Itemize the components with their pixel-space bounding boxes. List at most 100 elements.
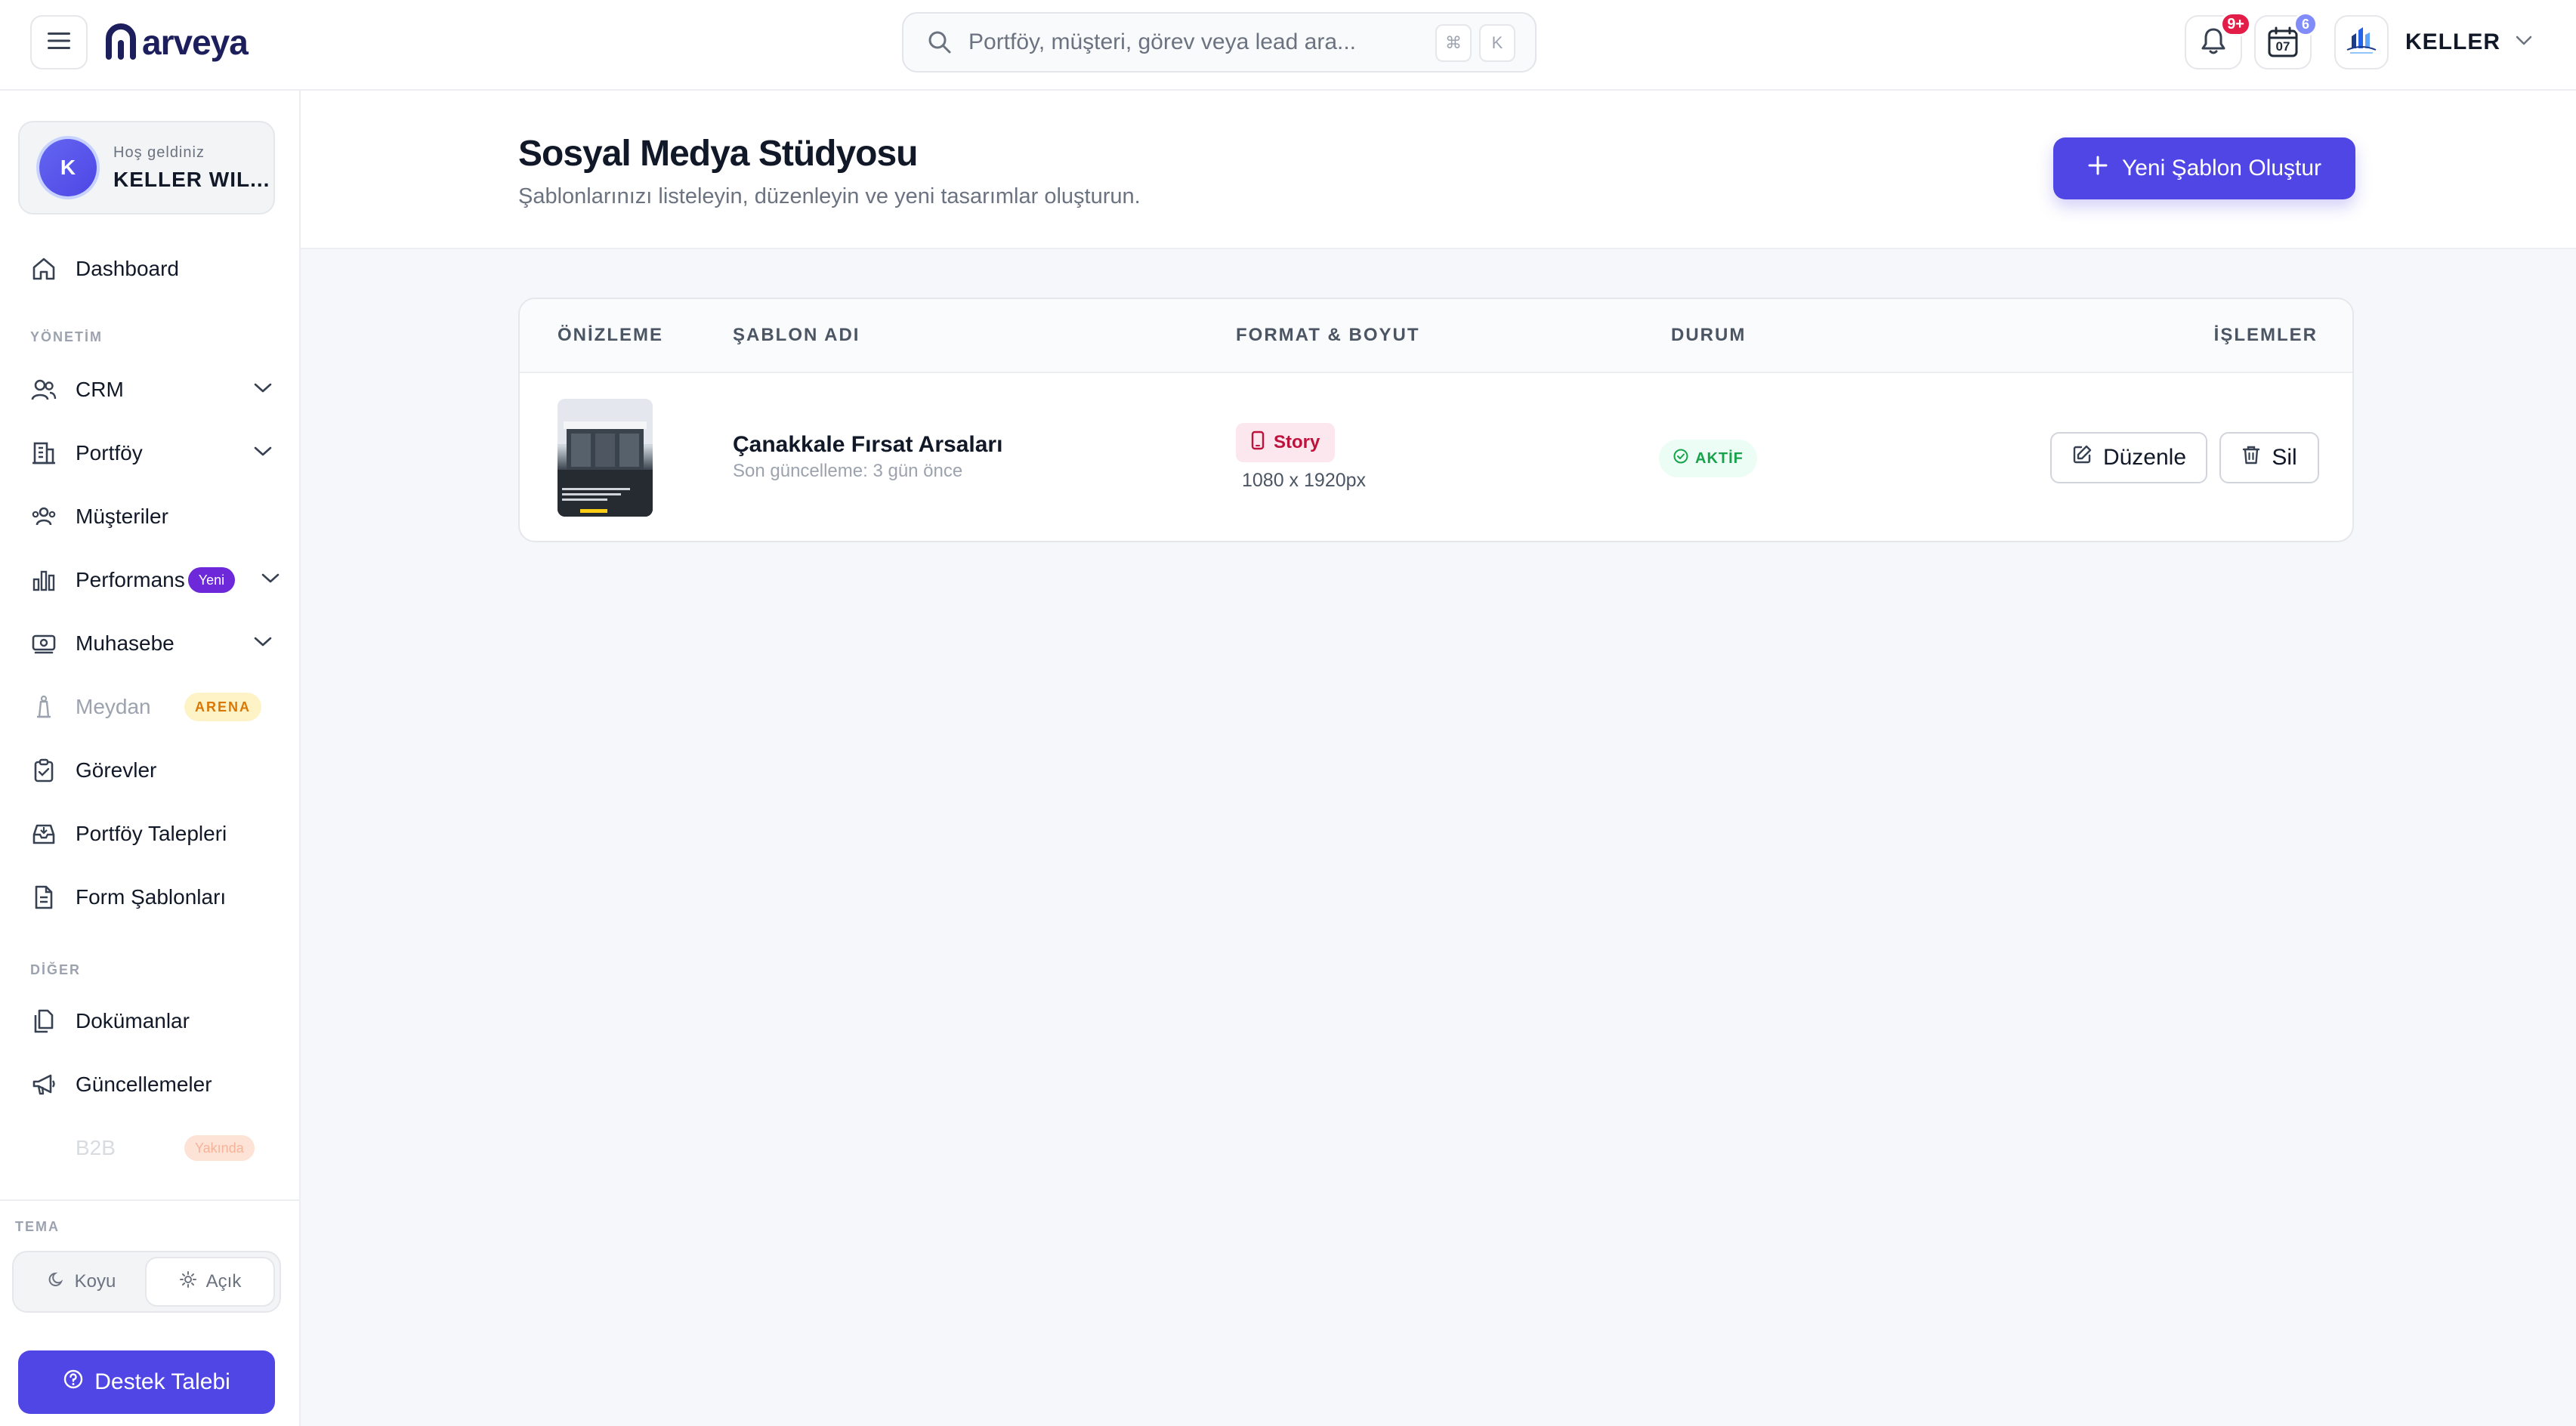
sidebar-item-documents[interactable]: Dokümanlar [30, 999, 272, 1044]
sun-icon [179, 1270, 197, 1294]
welcome-card[interactable]: K Hoş geldiniz KELLER WIL... [18, 121, 275, 215]
sidebar-item-portfolio[interactable]: Portföy [30, 431, 272, 476]
agency-logo-icon [2344, 26, 2379, 60]
new-template-button[interactable]: Yeni Şablon Oluştur [2053, 137, 2355, 199]
section-label-other: DİĞER [30, 962, 82, 977]
clipboard-icon [30, 757, 57, 784]
chevron-down-icon [254, 383, 272, 397]
support-request-button[interactable]: Destek Talebi [18, 1350, 275, 1414]
tower-icon [30, 693, 57, 721]
notifications-button[interactable]: 9+ [2185, 12, 2251, 69]
sidebar-item-crm[interactable]: CRM [30, 367, 272, 412]
global-search[interactable]: ⌘ K [902, 12, 1537, 73]
theme-toggle: Koyu Açık [12, 1251, 281, 1313]
notification-count-badge: 9+ [2220, 12, 2251, 36]
trash-icon [2241, 444, 2261, 471]
check-circle-icon [1673, 448, 1689, 469]
help-circle-icon [63, 1369, 84, 1396]
sidebar-item-portfolio-requests[interactable]: Portföy Talepleri [30, 811, 272, 857]
users-icon [30, 376, 57, 403]
calendar-icon: 07 [2266, 26, 2300, 59]
sidebar-item-arena[interactable]: Meydan ARENA [30, 684, 272, 730]
command-key-icon: ⌘ [1435, 24, 1472, 62]
page-header: Sosyal Medya Stüdyosu Şablonlarınızı lis… [301, 91, 2576, 249]
delete-button[interactable]: Sil [2219, 432, 2319, 483]
chevron-down-icon [254, 446, 272, 461]
table-header: ÖNİZLEME ŞABLON ADI FORMAT & BOYUT DURUM… [520, 299, 2352, 373]
brand-logo[interactable]: arveya [104, 20, 249, 65]
sidebar: K Hoş geldiniz KELLER WIL... Dashboard Y… [0, 91, 301, 1426]
sidebar-item-label: Form Şablonları [76, 885, 227, 909]
hamburger-icon [48, 32, 70, 54]
edit-icon [2071, 444, 2093, 471]
new-template-label: Yeni Şablon Oluştur [2121, 156, 2322, 181]
logo-mark-icon [104, 22, 137, 63]
page-subtitle: Şablonlarınızı listeleyin, düzenleyin ve… [518, 184, 1141, 208]
user-menu[interactable]: KELLER [2334, 15, 2532, 69]
sidebar-item-customers[interactable]: Müşteriler [30, 494, 272, 539]
format-badge: Story [1236, 423, 1336, 462]
avatar: K [39, 139, 97, 196]
section-label-theme: TEMA [15, 1219, 60, 1234]
smartphone-icon [1251, 431, 1265, 455]
column-header-actions: İŞLEMLER [2213, 325, 2318, 345]
theme-dark-option[interactable]: Koyu [18, 1257, 145, 1307]
sidebar-item-dashboard[interactable]: Dashboard [30, 246, 272, 292]
menu-button[interactable] [30, 15, 88, 69]
theme-light-option[interactable]: Açık [145, 1257, 275, 1307]
moon-icon [48, 1270, 66, 1294]
sidebar-item-performance[interactable]: Performans Yeni [30, 557, 280, 603]
sidebar-item-label: Dokümanlar [76, 1009, 190, 1032]
chevron-down-icon [2516, 35, 2532, 50]
brand-name: arveya [142, 23, 249, 62]
user-name: KELLER [2405, 29, 2500, 54]
status-badge: AKTİF [1659, 440, 1757, 477]
column-header-status: DURUM [1671, 325, 1747, 345]
theme-light-label: Açık [205, 1271, 242, 1292]
sidebar-item-label: B2B [76, 1136, 116, 1159]
column-header-preview: ÖNİZLEME [558, 325, 663, 345]
megaphone-icon [30, 1071, 57, 1098]
arena-badge: ARENA [184, 693, 262, 721]
edit-button[interactable]: Düzenle [2050, 432, 2207, 483]
status-label: AKTİF [1695, 449, 1744, 467]
theme-dark-label: Koyu [74, 1271, 116, 1292]
sidebar-item-label: Güncellemeler [76, 1073, 212, 1096]
plus-icon [2087, 155, 2108, 182]
house-photo-icon [558, 399, 653, 517]
calendar-button[interactable]: 07 6 [2254, 12, 2318, 69]
template-preview-thumbnail[interactable] [558, 399, 653, 517]
template-updated: Son güncelleme: 3 gün önce [733, 461, 963, 481]
chevron-down-icon [261, 573, 280, 588]
top-bar: arveya ⌘ K 9+ 07 6 KELLER [0, 0, 2576, 91]
sidebar-item-tasks[interactable]: Görevler [30, 748, 272, 793]
shortcut-key: K [1479, 24, 1515, 62]
building-icon [30, 440, 57, 467]
sidebar-item-updates[interactable]: Güncellemeler [30, 1062, 272, 1107]
sidebar-item-form-templates[interactable]: Form Şablonları [30, 875, 272, 920]
files-icon [30, 1008, 57, 1035]
delete-label: Sil [2272, 445, 2297, 470]
sidebar-item-b2b: B2B Yakında [30, 1125, 272, 1171]
column-header-template-name: ŞABLON ADI [733, 325, 860, 345]
welcome-label: Hoş geldiniz [113, 144, 205, 161]
sidebar-item-label: CRM [76, 378, 124, 401]
sidebar-item-label: Müşteriler [76, 505, 168, 528]
sidebar-item-label: Meydan [76, 695, 151, 718]
search-input[interactable] [968, 29, 1437, 55]
sidebar-item-label: Muhasebe [76, 631, 175, 655]
section-label-management: YÖNETİM [30, 329, 103, 344]
calendar-count-badge: 6 [2293, 12, 2318, 36]
new-badge: Yeni [187, 567, 236, 593]
search-icon [926, 29, 953, 56]
sidebar-item-accounting[interactable]: Muhasebe [30, 621, 272, 666]
chart-icon [30, 566, 57, 594]
inbox-icon [30, 820, 57, 847]
template-name[interactable]: Çanakkale Fırsat Arsaları [733, 432, 1002, 458]
sidebar-item-label: Performans [76, 568, 185, 591]
agency-logo [2334, 15, 2389, 69]
support-label: Destek Talebi [94, 1369, 230, 1394]
sidebar-item-label: Dashboard [76, 257, 179, 280]
chevron-down-icon [254, 637, 272, 651]
home-icon [30, 255, 57, 282]
